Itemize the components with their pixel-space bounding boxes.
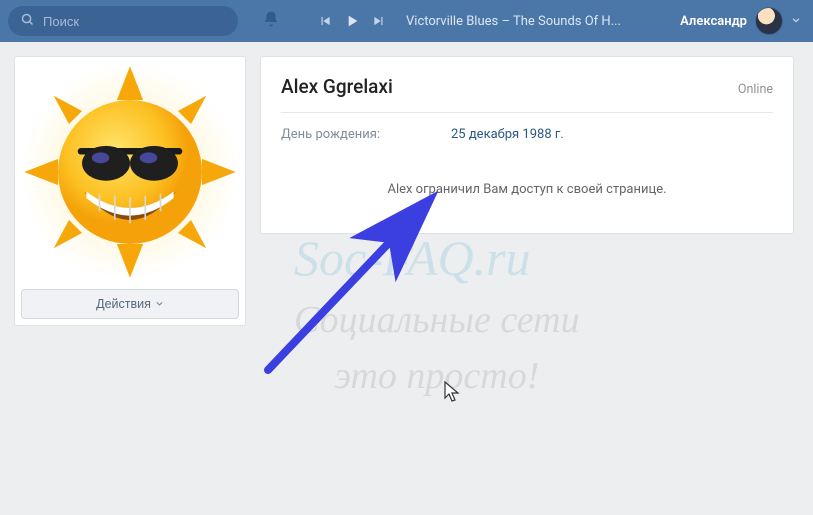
access-restricted-message: Alex ограничил Вам доступ к своей страни… <box>281 160 773 207</box>
page-content: Действия Alex Ggrelaxi Online День рожде… <box>0 42 813 340</box>
notifications-button[interactable] <box>254 10 288 32</box>
chevron-down-icon <box>791 14 801 29</box>
bell-icon <box>262 10 280 32</box>
search-box[interactable] <box>8 6 238 36</box>
current-user-name: Александр <box>680 14 747 29</box>
search-icon <box>20 12 35 31</box>
birthday-label: День рождения: <box>281 127 451 142</box>
current-user-menu[interactable]: Александр <box>680 7 805 35</box>
profile-main: Alex Ggrelaxi Online День рождения: 25 д… <box>260 56 794 234</box>
birthday-row: День рождения: 25 декабря 1988 г. <box>281 113 773 160</box>
top-bar: Victorville Blues – The Sounds Of H... А… <box>0 0 813 42</box>
play-button[interactable] <box>344 13 360 29</box>
actions-button-label: Действия <box>96 297 151 311</box>
avatar <box>755 7 783 35</box>
search-input[interactable] <box>43 14 226 29</box>
player-controls: Victorville Blues – The Sounds Of H... <box>318 13 621 29</box>
cursor-icon <box>443 380 463 404</box>
next-track-button[interactable] <box>372 14 386 28</box>
previous-track-button[interactable] <box>318 14 332 28</box>
track-title[interactable]: Victorville Blues – The Sounds Of H... <box>406 14 621 29</box>
profile-header: Alex Ggrelaxi Online <box>281 75 773 113</box>
watermark-line3: это просто! <box>294 354 580 400</box>
profile-photo[interactable] <box>21 63 239 281</box>
profile-name: Alex Ggrelaxi <box>281 75 393 98</box>
online-status: Online <box>738 82 773 97</box>
profile-sidebar: Действия <box>14 56 246 326</box>
actions-button[interactable]: Действия <box>21 289 239 319</box>
chevron-down-icon <box>155 297 164 311</box>
birthday-value[interactable]: 25 декабря 1988 г. <box>451 127 564 142</box>
